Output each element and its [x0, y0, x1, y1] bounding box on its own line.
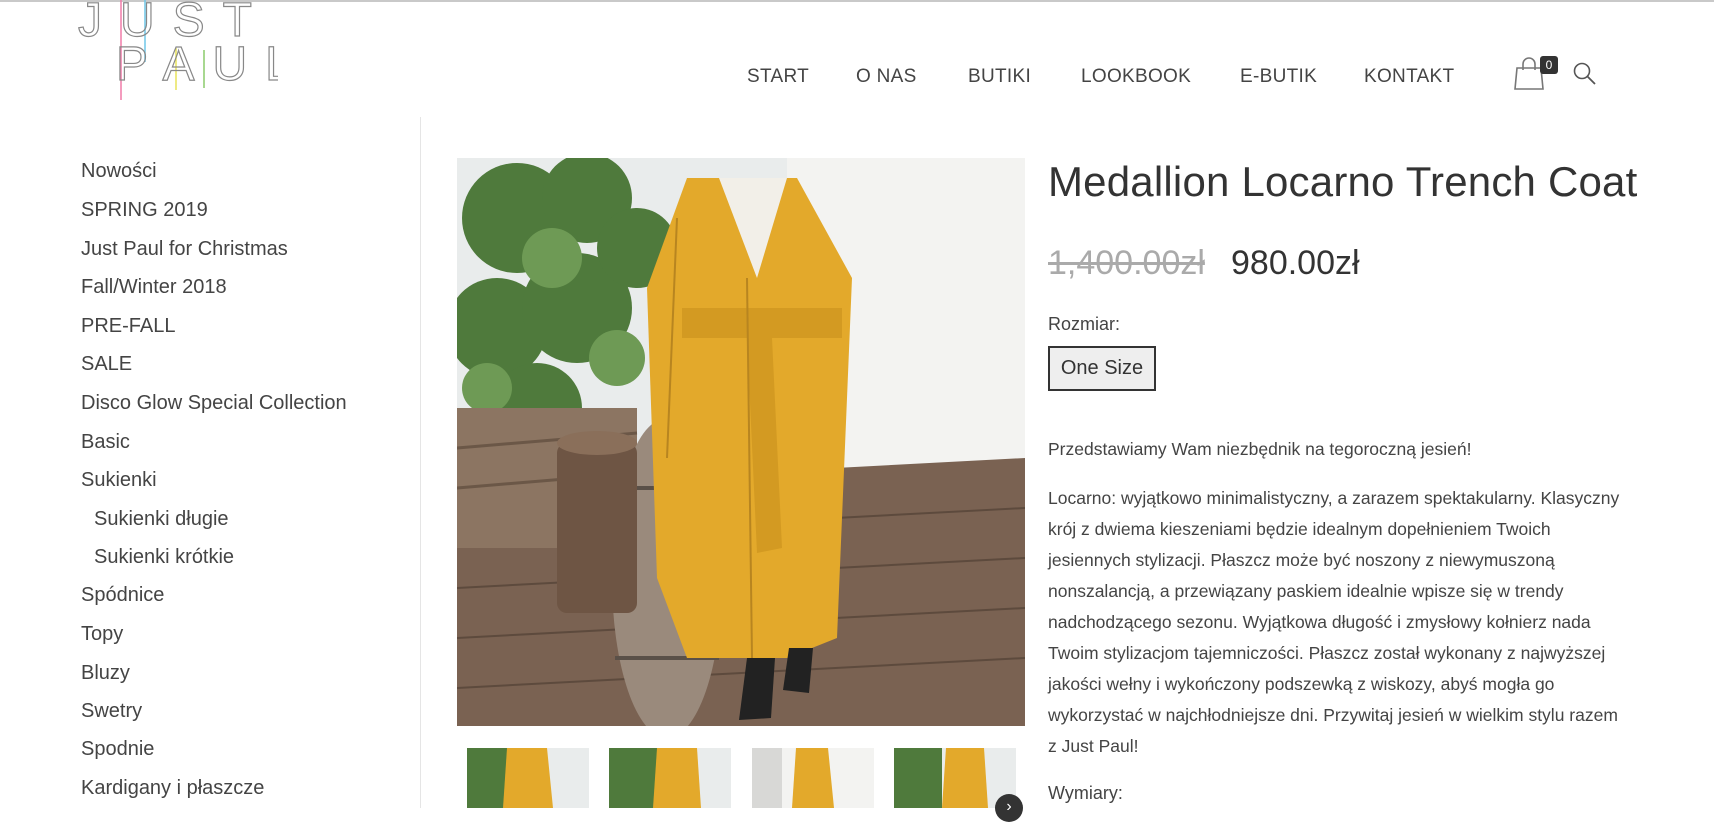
logo-line2: PAUL [116, 38, 278, 91]
sidebar-item-christmas[interactable]: Just Paul for Christmas [81, 238, 288, 261]
description-intro: Przedstawiamy Wam niezbędnik na tegorocz… [1048, 439, 1472, 459]
sidebar-item-sukienki-dlugie[interactable]: Sukienki długie [94, 508, 229, 531]
sidebar-item-spodnice[interactable]: Spódnice [81, 584, 164, 607]
thumbnail-next-arrow[interactable]: › [995, 794, 1023, 822]
sidebar-item-fall-winter-2018[interactable]: Fall/Winter 2018 [81, 276, 227, 299]
dimensions-label: Wymiary: [1048, 783, 1123, 803]
sidebar-item-swetry[interactable]: Swetry [81, 700, 142, 723]
nav-lookbook[interactable]: LOOKBOOK [1081, 66, 1191, 88]
sidebar-item-topy[interactable]: Topy [81, 623, 123, 646]
size-option-one-size[interactable]: One Size [1048, 346, 1156, 391]
sidebar-item-kardigany[interactable]: Kardigany i płaszcze [81, 777, 264, 800]
product-description: Przedstawiamy Wam niezbędnik na tegorocz… [1048, 434, 1630, 780]
brand-logo[interactable]: JUST PAUL [78, 0, 278, 104]
sidebar-item-sukienki[interactable]: Sukienki [81, 469, 157, 492]
sidebar-item-sale[interactable]: SALE [81, 353, 132, 376]
nav-o-nas[interactable]: O NAS [856, 66, 917, 88]
product-thumbnails: › [467, 748, 1027, 822]
cart-count-badge: 0 [1540, 56, 1558, 74]
thumbnail-1[interactable] [467, 748, 589, 808]
sidebar-divider [420, 117, 421, 808]
nav-kontakt[interactable]: KONTAKT [1364, 66, 1454, 88]
sidebar-item-spodnie[interactable]: Spodnie [81, 738, 154, 761]
nav-start[interactable]: START [747, 66, 809, 88]
nav-e-butik[interactable]: E-BUTIK [1240, 66, 1317, 88]
search-icon [1573, 62, 1596, 85]
product-title: Medallion Locarno Trench Coat [1048, 158, 1638, 205]
sidebar-item-disco-glow[interactable]: Disco Glow Special Collection [81, 392, 347, 415]
sidebar-item-basic[interactable]: Basic [81, 431, 130, 454]
nav-butiki[interactable]: BUTIKI [968, 66, 1031, 88]
sidebar-item-pre-fall[interactable]: PRE-FALL [81, 315, 175, 338]
thumbnail-3[interactable] [752, 748, 874, 808]
cart-button[interactable]: 0 [1514, 54, 1558, 90]
sidebar-item-bluzy[interactable]: Bluzy [81, 662, 130, 685]
price-old: 1,400.00zł [1048, 244, 1205, 282]
product-main-image[interactable] [457, 158, 1025, 726]
description-body: Locarno: wyjątkowo minimalistyczny, a za… [1048, 488, 1620, 756]
search-button[interactable] [1572, 61, 1598, 87]
sidebar-item-nowosci[interactable]: Nowości [81, 160, 157, 183]
sidebar-item-sukienki-krotkie[interactable]: Sukienki krótkie [94, 546, 234, 569]
price-current: 980.00zł [1231, 244, 1360, 282]
sidebar-item-spring-2019[interactable]: SPRING 2019 [81, 199, 208, 222]
size-label: Rozmiar: [1048, 314, 1121, 334]
thumbnail-2[interactable] [609, 748, 731, 808]
